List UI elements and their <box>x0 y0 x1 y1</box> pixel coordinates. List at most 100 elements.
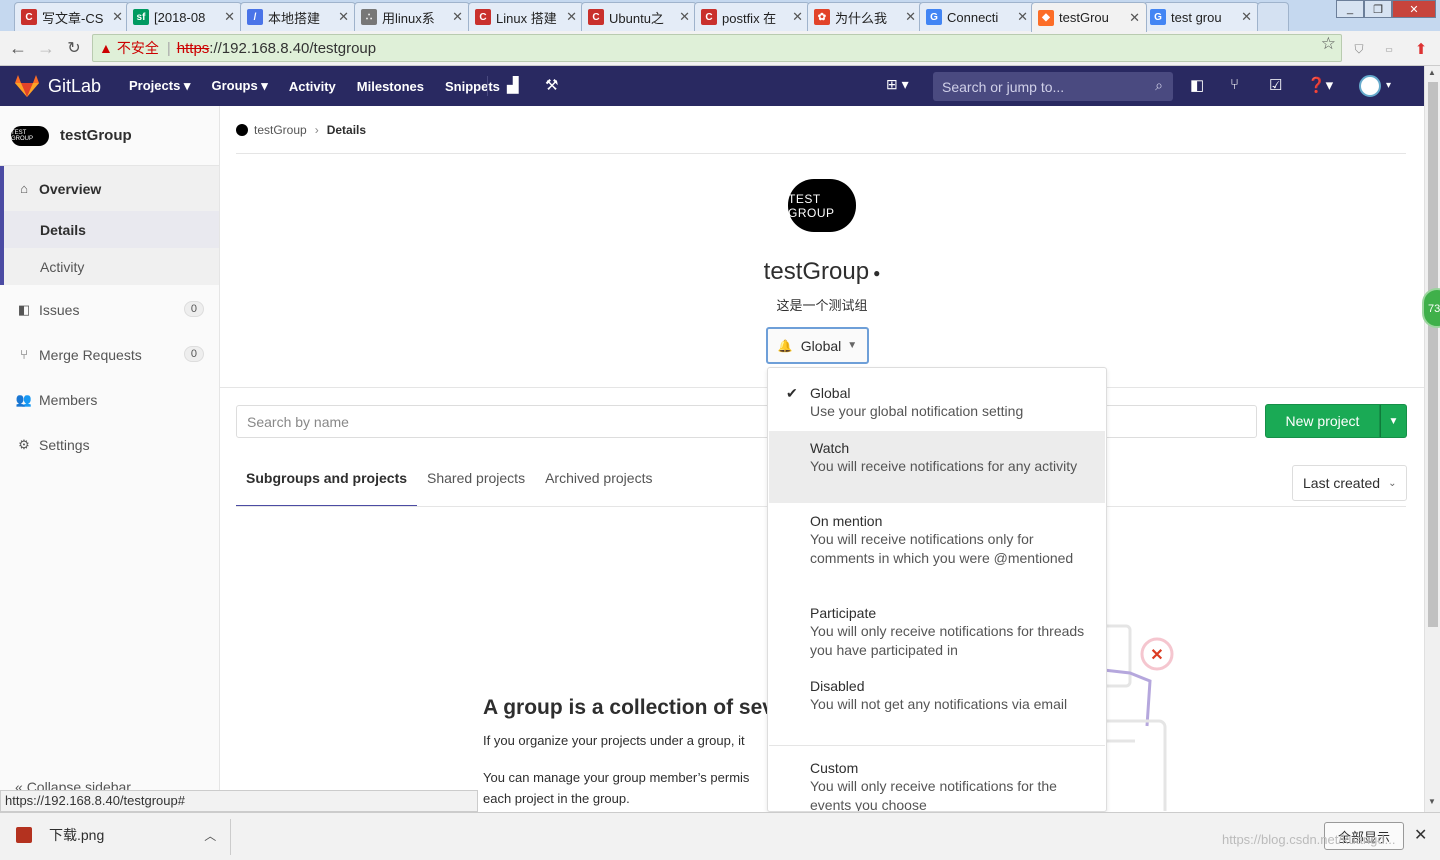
sidebar-item-label: Details <box>40 221 86 238</box>
browser-tab[interactable]: Cpostfix 在 ✕ <box>694 2 810 31</box>
tab-close-icon[interactable]: ✕ <box>1017 9 1028 25</box>
tab-close-icon[interactable]: ✕ <box>905 9 916 25</box>
merge-requests-count-badge: 0 <box>183 346 204 362</box>
group-avatar: TEST GROUP <box>11 125 49 146</box>
browser-tab[interactable]: / 本地搭建 ✕ <box>240 2 356 31</box>
browser-tab[interactable]: G Connecti ✕ <box>919 2 1035 31</box>
scroll-up-icon[interactable]: ▲ <box>1428 68 1436 77</box>
tab-close-icon[interactable]: ✕ <box>452 9 463 25</box>
sidebar-item-members[interactable]: 👥 Members <box>0 377 219 422</box>
gitlab-logo[interactable]: GitLab <box>14 74 101 98</box>
breadcrumb: testGroup › Details <box>236 123 366 137</box>
reload-icon[interactable]: ↻ <box>63 37 85 59</box>
browser-tab[interactable]: sf [2018-08 ✕ <box>126 2 242 31</box>
nav-activity[interactable]: Activity <box>289 79 336 94</box>
nav-milestones[interactable]: Milestones <box>357 79 424 94</box>
close-download-bar-icon[interactable]: ✕ <box>1414 825 1427 845</box>
nav-groups[interactable]: Groups ▾ <box>211 78 267 94</box>
nav-snippets[interactable]: Snippets <box>445 79 500 94</box>
gitlab-navbar: GitLab Projects ▾ Groups ▾ Activity Mile… <box>0 66 1424 106</box>
gitlab-brand: GitLab <box>48 75 102 96</box>
minimize-icon[interactable]: _ <box>1336 0 1364 18</box>
chevron-down-icon[interactable]: ▾ <box>1386 80 1391 91</box>
search-placeholder: Search or jump to... <box>942 78 1065 95</box>
tab-shared-projects[interactable]: Shared projects <box>417 461 535 507</box>
tab-close-icon[interactable]: ✕ <box>338 9 349 25</box>
option-description: Use your global notification setting <box>810 403 1024 419</box>
issues-icon[interactable]: ◧ <box>1190 76 1204 94</box>
sort-dropdown[interactable]: Last created ⌄ <box>1292 465 1407 501</box>
todos-icon[interactable]: ☑ <box>1269 76 1282 94</box>
floating-badge[interactable]: 73 <box>1422 288 1440 328</box>
issues-icon: ◧ <box>17 301 31 317</box>
tab-close-icon[interactable]: ✕ <box>566 9 577 25</box>
scrollbar-thumb[interactable] <box>1428 82 1438 627</box>
wrench-icon[interactable]: ⚒ <box>545 76 558 94</box>
new-tab-button[interactable] <box>1257 2 1289 31</box>
sidebar-item-merge-requests[interactable]: ⑂ Merge Requests 0 <box>0 332 219 377</box>
user-avatar[interactable] <box>1359 75 1381 97</box>
global-search-input[interactable]: Search or jump to... ⌕ <box>933 72 1173 101</box>
notification-option-global[interactable]: ✔ Global Use your global notification se… <box>769 385 1105 421</box>
maximize-icon[interactable]: ❐ <box>1364 0 1392 18</box>
sidebar-group-header[interactable]: TEST GROUP testGroup <box>0 106 219 166</box>
tab-close-icon[interactable]: ✕ <box>792 9 803 25</box>
tab-close-icon[interactable]: ✕ <box>224 9 235 25</box>
extension-tv-icon[interactable]: ▭ <box>1380 40 1398 58</box>
sidebar-group-name: testGroup <box>60 127 132 144</box>
notification-option-on-mention[interactable]: On mention You will receive notification… <box>769 513 1105 568</box>
browser-tab[interactable]: C Ubuntu之 ✕ <box>581 2 697 31</box>
download-item[interactable]: 下载.png ︿ <box>16 825 216 845</box>
tab-subgroups-and-projects[interactable]: Subgroups and projects <box>236 461 418 507</box>
browser-tab[interactable]: ✿ 为什么我 ✕ <box>807 2 923 31</box>
notification-option-disabled[interactable]: Disabled You will not get any notificati… <box>769 678 1105 714</box>
help-icon[interactable]: ❓▾ <box>1307 76 1333 94</box>
breadcrumb-group-link[interactable]: testGroup <box>254 123 307 137</box>
warning-icon: ▲ <box>99 40 113 56</box>
tab-favicon-icon: C <box>21 9 37 25</box>
merge-requests-icon[interactable]: ⑂ <box>1230 76 1239 93</box>
sidebar-item-settings[interactable]: ⚙ Settings <box>0 422 219 467</box>
sidebar-item-activity[interactable]: Activity <box>4 248 219 285</box>
extension-shield-icon[interactable]: ⛉ <box>1350 40 1368 58</box>
new-project-button[interactable]: New project <box>1265 404 1380 438</box>
search-icon: ⌕ <box>1155 77 1163 93</box>
tab-close-icon[interactable]: ✕ <box>112 9 123 25</box>
url-input[interactable]: ▲ 不安全 | https ://192.168.8.40/testgroup <box>92 34 1342 62</box>
tab-favicon-icon: ✿ <box>814 9 830 25</box>
browser-tab-title: Linux 搭建 <box>496 10 557 26</box>
tab-archived-projects[interactable]: Archived projects <box>535 461 662 507</box>
notification-option-participate[interactable]: Participate You will only receive notifi… <box>769 605 1105 660</box>
option-title: Global <box>810 385 851 401</box>
browser-tab[interactable]: ∴ 用linux系 ✕ <box>354 2 470 31</box>
new-project-caret-icon[interactable]: ▼ <box>1380 404 1407 438</box>
chevron-up-icon[interactable]: ︿ <box>204 827 216 844</box>
browser-tab[interactable]: Gtest grou ✕ <box>1143 2 1259 31</box>
sidebar-item-issues[interactable]: ◧ Issues 0 <box>0 287 219 332</box>
download-divider <box>230 819 231 855</box>
sidebar-item-details[interactable]: Details <box>4 211 219 248</box>
forward-arrow-icon[interactable]: → <box>35 37 57 59</box>
bookmark-star-icon[interactable]: ☆ <box>1321 34 1336 54</box>
tab-close-icon[interactable]: ✕ <box>1129 10 1140 26</box>
browser-tab[interactable]: C 写文章-CS ✕ <box>14 2 130 31</box>
back-arrow-icon[interactable]: ← <box>7 37 29 59</box>
close-window-icon[interactable]: ✕ <box>1392 0 1436 18</box>
tab-close-icon[interactable]: ✕ <box>679 9 690 25</box>
extension-update-icon[interactable]: ⬆ <box>1412 40 1430 58</box>
browser-tab-active[interactable]: ◆ testGrou ✕ <box>1031 2 1147 32</box>
status-url: https://192.168.8.40/testgroup# <box>0 790 478 812</box>
page-scrollbar[interactable]: ▲ ▼ <box>1424 66 1440 812</box>
notification-option-watch[interactable]: Watch You will receive notifications for… <box>769 431 1105 503</box>
notification-option-custom[interactable]: Custom You will only receive notificatio… <box>769 760 1105 811</box>
chart-icon[interactable]: ▟ <box>507 76 519 94</box>
scroll-down-icon[interactable]: ▼ <box>1428 797 1436 806</box>
browser-tab[interactable]: C Linux 搭建 ✕ <box>468 2 584 31</box>
sidebar-item-overview[interactable]: ⌂ Overview <box>4 166 219 211</box>
browser-tab-title: testGrou <box>1059 10 1109 25</box>
new-dropdown-plus-icon[interactable]: ⊞ ▾ <box>886 76 909 93</box>
tab-close-icon[interactable]: ✕ <box>1241 9 1252 25</box>
notification-setting-button[interactable]: 🔔 Global ▼ <box>766 327 869 364</box>
nav-projects[interactable]: Projects ▾ <box>129 78 190 94</box>
image-file-icon <box>16 827 32 843</box>
